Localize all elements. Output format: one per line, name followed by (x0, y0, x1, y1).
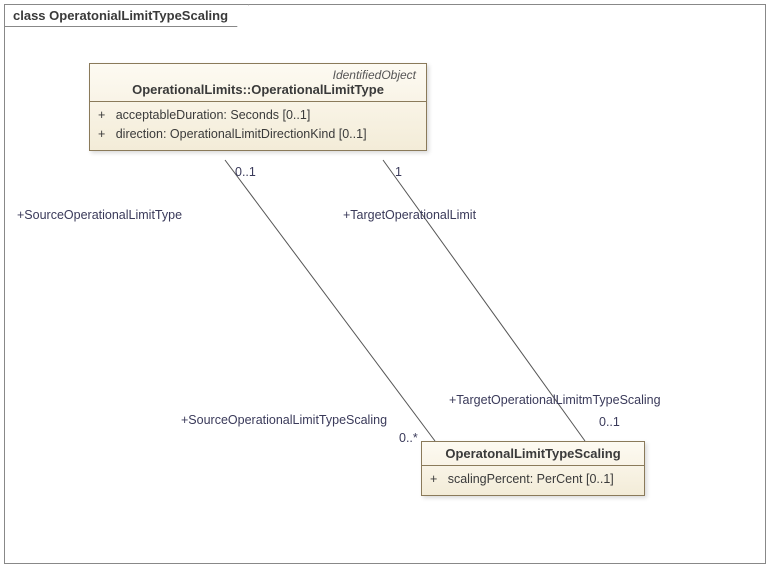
class-attribute: direction: OperationalLimitDirectionKind… (98, 125, 418, 144)
diagram-title: class OperatonialLimitTypeScaling (4, 4, 249, 27)
assoc-mult-source-bottom: 0..* (399, 431, 418, 445)
class-name: OperationalLimits::OperationalLimitType (98, 82, 418, 97)
assoc-role-target-top: +TargetOperationalLimit (343, 208, 476, 222)
class-header: OperatonalLimitTypeScaling (422, 442, 644, 466)
class-attribute: scalingPercent: PerCent [0..1] (430, 470, 636, 489)
class-name: OperatonalLimitTypeScaling (430, 446, 636, 461)
class-header: IdentifiedObject OperationalLimits::Oper… (90, 64, 426, 102)
class-OperationalLimitType: IdentifiedObject OperationalLimits::Oper… (89, 63, 427, 151)
assoc-role-source-bottom: +SourceOperationalLimitTypeScaling (181, 413, 387, 427)
class-attribute: acceptableDuration: Seconds [0..1] (98, 106, 418, 125)
diagram-title-text: class OperatonialLimitTypeScaling (13, 8, 228, 23)
class-attributes: scalingPercent: PerCent [0..1] (422, 466, 644, 495)
class-OperatonalLimitTypeScaling: OperatonalLimitTypeScaling scalingPercen… (421, 441, 645, 496)
assoc-mult-target-top: 1 (395, 165, 402, 179)
class-stereotype: IdentifiedObject (98, 68, 418, 82)
assoc-role-source-top: +SourceOperationalLimitType (17, 208, 182, 222)
assoc-mult-target-bottom: 0..1 (599, 415, 620, 429)
class-attributes: acceptableDuration: Seconds [0..1] direc… (90, 102, 426, 150)
diagram-frame: class OperatonialLimitTypeScaling Identi… (4, 4, 766, 564)
assoc-mult-source-top: 0..1 (235, 165, 256, 179)
assoc-role-target-bottom: +TargetOperationalLimitmTypeScaling (449, 393, 661, 407)
